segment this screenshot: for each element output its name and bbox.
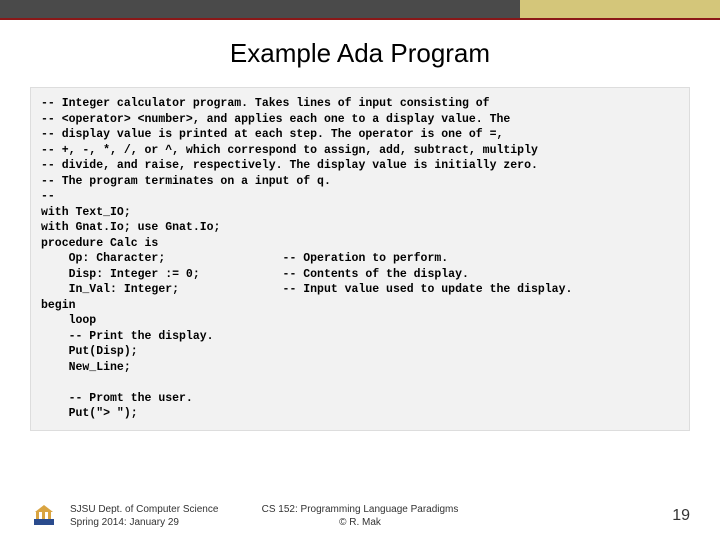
footer-dept-line1: SJSU Dept. of Computer Science xyxy=(70,503,218,516)
university-logo-icon xyxy=(30,502,58,530)
footer-course-line2: © R. Mak xyxy=(262,516,459,529)
footer-course-text: CS 152: Programming Language Paradigms ©… xyxy=(262,503,459,529)
footer-course-line1: CS 152: Programming Language Paradigms xyxy=(262,503,459,516)
slide-top-bar xyxy=(0,0,720,20)
footer-dept-text: SJSU Dept. of Computer Science Spring 20… xyxy=(70,503,218,529)
slide-title: Example Ada Program xyxy=(0,38,720,69)
accent-stripe xyxy=(520,0,720,20)
page-number: 19 xyxy=(672,507,690,525)
code-block: -- Integer calculator program. Takes lin… xyxy=(30,87,690,431)
divider-line xyxy=(0,18,720,20)
footer-dept-line2: Spring 2014: January 29 xyxy=(70,516,218,529)
slide-footer: SJSU Dept. of Computer Science Spring 20… xyxy=(30,502,690,530)
